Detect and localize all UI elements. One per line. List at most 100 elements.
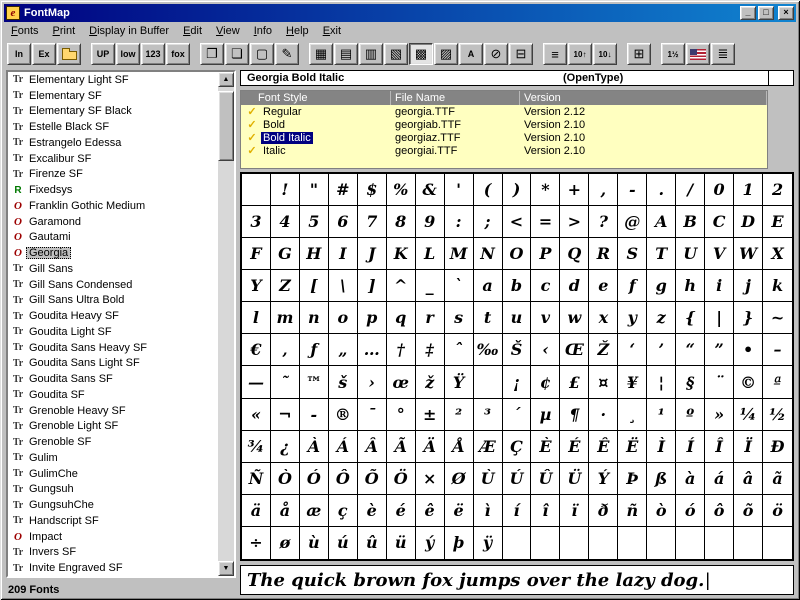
char-cell[interactable]: ¹ xyxy=(647,399,676,431)
font-list-item[interactable]: Tr Goudita Sans Light SF xyxy=(8,356,218,372)
char-cell[interactable]: o xyxy=(329,302,358,334)
char-cell[interactable]: œ xyxy=(387,366,416,398)
char-cell[interactable]: ˜ xyxy=(271,366,300,398)
char-cell[interactable]: - xyxy=(618,174,647,206)
char-cell[interactable] xyxy=(676,527,705,559)
char-cell[interactable]: õ xyxy=(734,495,763,527)
char-cell[interactable]: û xyxy=(358,527,387,559)
char-cell[interactable]: É xyxy=(560,431,589,463)
char-cell[interactable]: ß xyxy=(647,463,676,495)
char-cell[interactable]: § xyxy=(676,366,705,398)
char-cell[interactable]: ‘ xyxy=(618,334,647,366)
menu-exit[interactable]: Exit xyxy=(316,23,348,40)
char-cell[interactable]: È xyxy=(531,431,560,463)
char-cell[interactable]: Ÿ xyxy=(445,366,474,398)
char-cell[interactable]: ( xyxy=(474,174,503,206)
char-cell[interactable]: ô xyxy=(705,495,734,527)
char-cell[interactable]: | xyxy=(705,302,734,334)
char-cell[interactable]: k xyxy=(763,270,792,302)
copy-chars-button[interactable]: ❏ xyxy=(225,43,249,65)
char-cell[interactable]: = xyxy=(531,206,560,238)
char-cell[interactable]: ¥ xyxy=(618,366,647,398)
menu-fonts[interactable]: Fonts xyxy=(4,23,46,40)
char-cell[interactable]: Ð xyxy=(763,431,792,463)
char-cell[interactable]: å xyxy=(271,495,300,527)
char-cell[interactable]: u xyxy=(503,302,532,334)
char-cell[interactable]: * xyxy=(531,174,560,206)
char-cell[interactable]: ì xyxy=(474,495,503,527)
font-style-row[interactable]: ✓ Regular georgia.TTF Version 2.12 xyxy=(241,105,767,118)
char-cell[interactable]: • xyxy=(734,334,763,366)
font-list-item[interactable]: Tr Goudita Sans SF xyxy=(8,371,218,387)
char-cell[interactable]: ø xyxy=(271,527,300,559)
char-cell[interactable]: 2 xyxy=(763,174,792,206)
font-list-item[interactable]: R Fixedsys xyxy=(8,182,218,198)
char-cell[interactable]: t xyxy=(474,302,503,334)
char-cell[interactable]: ’ xyxy=(647,334,676,366)
char-cell[interactable] xyxy=(242,174,271,206)
char-cell[interactable]: \ xyxy=(329,270,358,302)
char-minus-button[interactable]: ⊟ xyxy=(509,43,533,65)
char-cell[interactable]: ‡ xyxy=(416,334,445,366)
font-list-item[interactable]: Tr Estelle Black SF xyxy=(8,119,218,135)
char-cell[interactable]: ˆ xyxy=(445,334,474,366)
char-cell[interactable] xyxy=(589,527,618,559)
font-list-item[interactable]: Tr Goudita Sans Heavy SF xyxy=(8,340,218,356)
char-cell[interactable]: f xyxy=(618,270,647,302)
char-cell[interactable]: n xyxy=(300,302,329,334)
char-cell[interactable]: Ì xyxy=(647,431,676,463)
font-list-item[interactable]: O Impact xyxy=(8,529,218,545)
font-list-item[interactable]: O Franklin Gothic Medium xyxy=(8,198,218,214)
char-cell[interactable]: U xyxy=(676,238,705,270)
char-cell[interactable]: ê xyxy=(416,495,445,527)
char-cell[interactable]: ² xyxy=(445,399,474,431)
char-cell[interactable]: : xyxy=(445,206,474,238)
char-cell[interactable]: ± xyxy=(416,399,445,431)
char-cell[interactable]: X xyxy=(763,238,792,270)
char-cell[interactable]: ¸ xyxy=(618,399,647,431)
char-cell[interactable]: ä xyxy=(242,495,271,527)
char-cell[interactable]: ` xyxy=(445,270,474,302)
font-list-item[interactable]: Tr Invers SF xyxy=(8,545,218,561)
char-cell[interactable]: } xyxy=(734,302,763,334)
char-cell[interactable] xyxy=(618,527,647,559)
char-cell[interactable]: / xyxy=(676,174,705,206)
char-cell[interactable] xyxy=(705,527,734,559)
char-cell[interactable]: ¢ xyxy=(531,366,560,398)
font-list-item[interactable]: O Georgia xyxy=(8,245,218,261)
char-cell[interactable]: 7 xyxy=(358,206,387,238)
char-cell[interactable]: c xyxy=(531,270,560,302)
menu-view[interactable]: View xyxy=(209,23,247,40)
char-cell[interactable]: Í xyxy=(676,431,705,463)
menu-edit[interactable]: Edit xyxy=(176,23,209,40)
char-cell[interactable]: ¬ xyxy=(271,399,300,431)
char-cell[interactable]: ^ xyxy=(387,270,416,302)
char-cell[interactable]: g xyxy=(647,270,676,302)
char-cell[interactable]: Z xyxy=(271,270,300,302)
char-cell[interactable]: ƒ xyxy=(300,334,329,366)
font-list-item[interactable]: Tr GungsuhChe xyxy=(8,497,218,513)
char-cell[interactable]: Ò xyxy=(271,463,300,495)
char-cell[interactable]: z xyxy=(647,302,676,334)
char-cell[interactable]: H xyxy=(300,238,329,270)
edit-pen-button[interactable]: ✎ xyxy=(275,43,299,65)
char-cell[interactable]: Þ xyxy=(618,463,647,495)
char-cell[interactable]: ü xyxy=(387,527,416,559)
char-cell[interactable]: 0 xyxy=(705,174,734,206)
char-cell[interactable]: ‹ xyxy=(531,334,560,366)
char-cell[interactable]: Ž xyxy=(589,334,618,366)
char-cell[interactable]: “ xyxy=(676,334,705,366)
char-cell[interactable]: a xyxy=(474,270,503,302)
size-up-button[interactable]: 10↑ xyxy=(568,43,592,65)
char-cell[interactable]: é xyxy=(387,495,416,527)
copy-button[interactable]: ❐ xyxy=(200,43,224,65)
char-cell[interactable]: O xyxy=(503,238,532,270)
font-list-item[interactable]: Tr Goudita SF xyxy=(8,387,218,403)
char-cell[interactable]: › xyxy=(358,366,387,398)
char-cell[interactable]: W xyxy=(734,238,763,270)
char-cell[interactable]: ‰ xyxy=(474,334,503,366)
char-cell[interactable]: Ý xyxy=(589,463,618,495)
char-cell[interactable]: > xyxy=(560,206,589,238)
char-cell[interactable]: ´ xyxy=(503,399,532,431)
char-cell[interactable]: < xyxy=(503,206,532,238)
